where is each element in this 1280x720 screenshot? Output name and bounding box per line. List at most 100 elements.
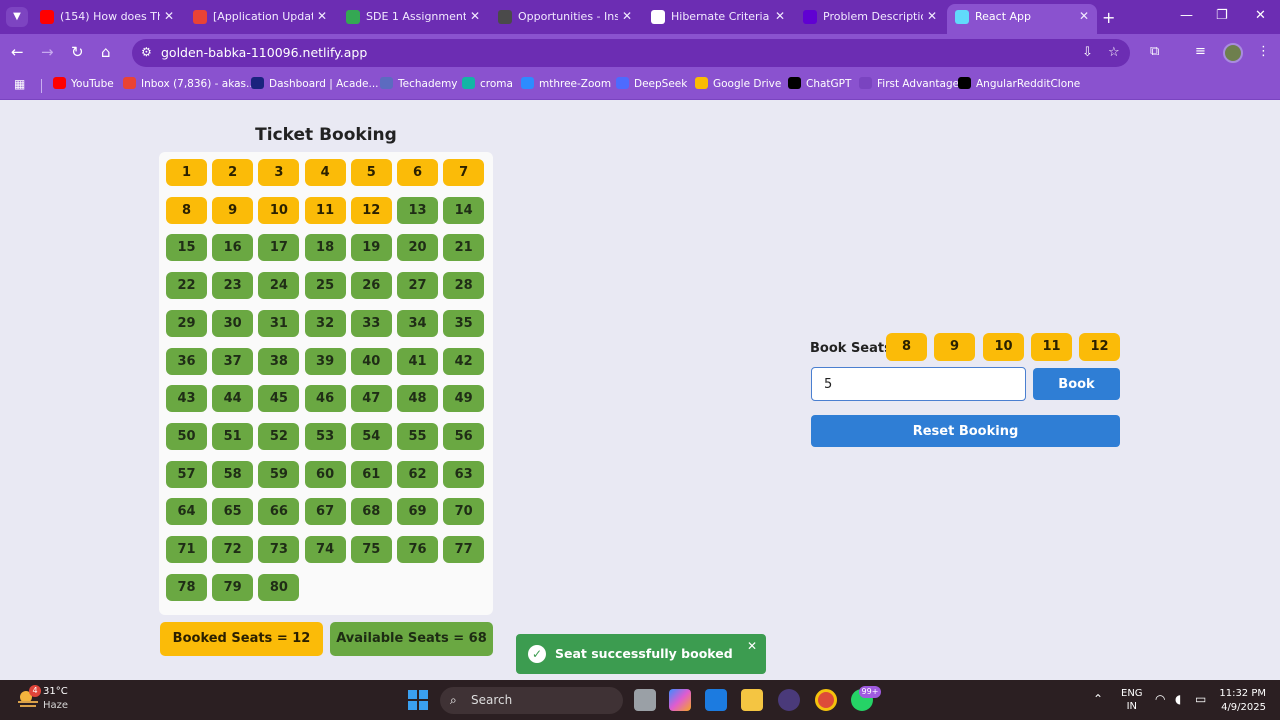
seat-10[interactable]: 10 xyxy=(258,196,300,224)
seat-40[interactable]: 40 xyxy=(350,347,392,375)
address-bar[interactable]: ⚙ golden-babka-110096.netlify.app ⇩ ☆ xyxy=(132,39,1130,67)
seat-count-input[interactable] xyxy=(811,367,1026,401)
seat-4[interactable]: 4 xyxy=(304,159,346,186)
seat-65[interactable]: 65 xyxy=(212,498,254,526)
seat-15[interactable]: 15 xyxy=(166,234,207,262)
seat-70[interactable]: 70 xyxy=(443,498,485,526)
home-button[interactable]: ⌂ xyxy=(101,43,111,61)
seat-1[interactable]: 1 xyxy=(166,159,207,186)
browser-tab[interactable]: Opportunities - Insta ✕ xyxy=(490,4,640,30)
media-controls-icon[interactable]: ≡ xyxy=(1195,44,1206,59)
seat-35[interactable]: 35 xyxy=(443,309,485,337)
seat-30[interactable]: 30 xyxy=(212,309,254,337)
seat-74[interactable]: 74 xyxy=(304,536,346,563)
seat-46[interactable]: 46 xyxy=(304,385,346,413)
seat-72[interactable]: 72 xyxy=(212,536,254,563)
seat-67[interactable]: 67 xyxy=(304,498,346,526)
seat-60[interactable]: 60 xyxy=(304,460,346,488)
seat-11[interactable]: 11 xyxy=(304,196,346,224)
bookmark-item[interactable]: mthree-Zoom xyxy=(521,77,611,90)
seat-77[interactable]: 77 xyxy=(443,536,485,563)
install-app-icon[interactable]: ⇩ xyxy=(1082,45,1093,60)
seat-59[interactable]: 59 xyxy=(258,460,300,488)
tab-close-icon[interactable]: ✕ xyxy=(775,9,785,23)
seat-12[interactable]: 12 xyxy=(350,196,392,224)
browser-tab[interactable]: React App ✕ xyxy=(947,4,1097,34)
bookmark-item[interactable]: Techademy xyxy=(380,77,458,90)
close-window-button[interactable]: ✕ xyxy=(1255,8,1266,23)
bookmark-item[interactable]: ChatGPT xyxy=(788,77,851,90)
seat-16[interactable]: 16 xyxy=(212,234,254,262)
language-indicator[interactable]: ENG IN xyxy=(1121,687,1143,713)
browser-tab[interactable]: Problem Description ✕ xyxy=(795,4,945,30)
taskbar-search[interactable]: ⌕ Search xyxy=(440,687,623,714)
new-tab-button[interactable]: + xyxy=(1102,8,1115,27)
wifi-icon[interactable]: ◠ xyxy=(1155,692,1165,706)
reset-booking-button[interactable]: Reset Booking xyxy=(811,415,1120,447)
bookmark-item[interactable]: YouTube xyxy=(53,77,114,90)
profile-avatar[interactable] xyxy=(1223,43,1243,63)
seat-80[interactable]: 80 xyxy=(258,573,300,601)
weather-condition[interactable]: Haze xyxy=(43,700,68,711)
tab-close-icon[interactable]: ✕ xyxy=(470,9,480,23)
seat-79[interactable]: 79 xyxy=(212,573,254,601)
seat-53[interactable]: 53 xyxy=(304,422,346,450)
seat-55[interactable]: 55 xyxy=(397,422,438,450)
book-button[interactable]: Book xyxy=(1033,368,1120,400)
bookmark-star-icon[interactable]: ☆ xyxy=(1108,45,1120,60)
seat-25[interactable]: 25 xyxy=(304,272,346,300)
copilot-icon[interactable] xyxy=(669,689,691,711)
seat-23[interactable]: 23 xyxy=(212,272,254,300)
task-view-icon[interactable] xyxy=(634,689,656,711)
bookmark-item[interactable]: Google Drive xyxy=(695,77,781,90)
seat-18[interactable]: 18 xyxy=(304,234,346,262)
restore-button[interactable]: ❐ xyxy=(1216,8,1228,23)
seat-5[interactable]: 5 xyxy=(350,159,392,186)
minimize-button[interactable]: — xyxy=(1180,8,1193,23)
seat-52[interactable]: 52 xyxy=(258,422,300,450)
seat-27[interactable]: 27 xyxy=(397,272,438,300)
seat-44[interactable]: 44 xyxy=(212,385,254,413)
tab-close-icon[interactable]: ✕ xyxy=(1079,9,1089,23)
seat-63[interactable]: 63 xyxy=(443,460,485,488)
tab-search-button[interactable]: ▼ xyxy=(6,7,28,27)
bookmark-item[interactable]: DeepSeek xyxy=(616,77,687,90)
extensions-icon[interactable]: ⧉ xyxy=(1150,44,1159,59)
show-hidden-icons-chevron[interactable]: ⌃ xyxy=(1093,692,1103,706)
seat-14[interactable]: 14 xyxy=(443,196,485,224)
seat-76[interactable]: 76 xyxy=(397,536,438,563)
tab-close-icon[interactable]: ✕ xyxy=(317,9,327,23)
seat-69[interactable]: 69 xyxy=(397,498,438,526)
seat-78[interactable]: 78 xyxy=(166,573,207,601)
seat-26[interactable]: 26 xyxy=(350,272,392,300)
seat-58[interactable]: 58 xyxy=(212,460,254,488)
microsoft-store-icon[interactable] xyxy=(705,689,727,711)
seat-7[interactable]: 7 xyxy=(443,159,485,186)
seat-50[interactable]: 50 xyxy=(166,422,207,450)
seat-13[interactable]: 13 xyxy=(397,196,438,224)
seat-42[interactable]: 42 xyxy=(443,347,485,375)
forward-button[interactable]: → xyxy=(41,43,54,61)
seat-28[interactable]: 28 xyxy=(443,272,485,300)
seat-56[interactable]: 56 xyxy=(443,422,485,450)
browser-tab[interactable]: Hibernate Criteria AP ✕ xyxy=(643,4,793,30)
seat-71[interactable]: 71 xyxy=(166,536,207,563)
seat-62[interactable]: 62 xyxy=(397,460,438,488)
tab-close-icon[interactable]: ✕ xyxy=(164,9,174,23)
site-info-icon[interactable]: ⚙ xyxy=(141,45,152,59)
seat-33[interactable]: 33 xyxy=(350,309,392,337)
seat-66[interactable]: 66 xyxy=(258,498,300,526)
seat-51[interactable]: 51 xyxy=(212,422,254,450)
seat-39[interactable]: 39 xyxy=(304,347,346,375)
seat-49[interactable]: 49 xyxy=(443,385,485,413)
bookmark-item[interactable]: AngularRedditClone xyxy=(958,77,1080,90)
seat-29[interactable]: 29 xyxy=(166,309,207,337)
toast-close-icon[interactable]: ✕ xyxy=(747,639,757,653)
chrome-icon[interactable] xyxy=(815,689,837,711)
seat-3[interactable]: 3 xyxy=(258,159,300,186)
seat-61[interactable]: 61 xyxy=(350,460,392,488)
file-explorer-icon[interactable] xyxy=(741,689,763,711)
seat-38[interactable]: 38 xyxy=(258,347,300,375)
seat-54[interactable]: 54 xyxy=(350,422,392,450)
seat-17[interactable]: 17 xyxy=(258,234,300,262)
